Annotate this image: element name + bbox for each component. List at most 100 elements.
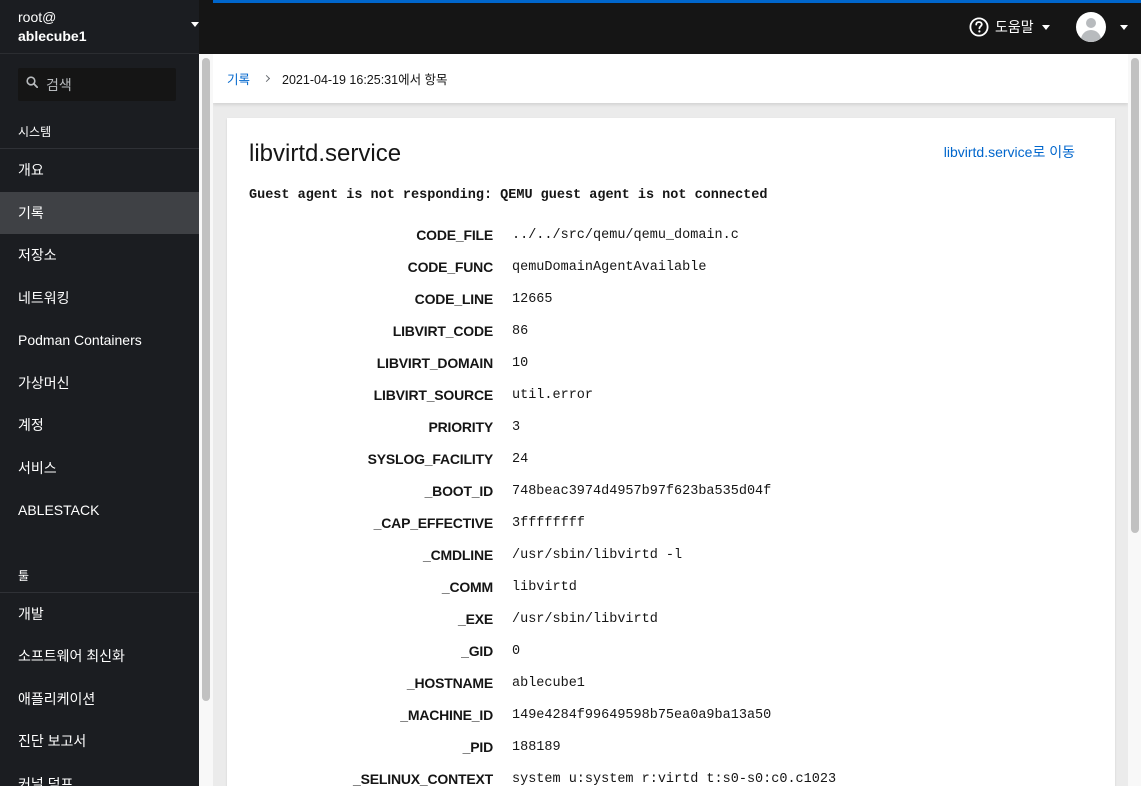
field-value: 748beac3974d4957b97f623ba535d04f — [512, 483, 772, 499]
field-key: _EXE — [458, 611, 493, 627]
field-row: _BOOT_ID 748beac3974d4957b97f623ba535d04f — [227, 475, 1115, 507]
field-value: 86 — [512, 323, 529, 339]
field-key: CODE_FILE — [416, 227, 493, 243]
entry-title: libvirtd.service — [249, 140, 402, 167]
sidebar-scrollbar[interactable] — [199, 54, 213, 786]
field-row: SYSLOG_FACILITY 24 — [227, 443, 1115, 475]
caret-down-icon — [191, 22, 199, 27]
field-key: _CMDLINE — [423, 547, 493, 563]
sidebar-item-applications[interactable]: 애플리케이션 — [0, 678, 199, 721]
field-row: LIBVIRT_DOMAIN 10 — [227, 347, 1115, 379]
main-content: 기록 2021-04-19 16:25:31에서 항목 libvirtd.ser… — [213, 54, 1128, 786]
field-value: 3ffffffff — [512, 515, 585, 531]
field-row: _PID 188189 — [227, 731, 1115, 763]
sidebar-item-overview[interactable]: 개요 — [0, 149, 199, 192]
goto-service-link[interactable]: libvirtd.service로 이동 — [944, 142, 1075, 162]
sidebar-item-kernel-dump[interactable]: 커널 덤프 — [0, 763, 199, 786]
field-value: ablecube1 — [512, 675, 585, 691]
field-key: LIBVIRT_DOMAIN — [376, 355, 493, 371]
host-switcher[interactable]: root@ ablecube1 — [0, 0, 199, 54]
sidebar-item-virtual-machines[interactable]: 가상머신 — [0, 362, 199, 405]
entry-fields-table: CODE_FILE ../../src/qemu/qemu_domain.c COD… — [227, 219, 1115, 786]
field-key: SYSLOG_FACILITY — [367, 451, 494, 467]
field-key: LIBVIRT_CODE — [392, 323, 493, 339]
field-row: LIBVIRT_SOURCE util.error — [227, 379, 1115, 411]
help-menu-button[interactable]: 도움말 — [969, 14, 1050, 40]
sidebar-item-development[interactable]: 개발 — [0, 593, 199, 636]
field-key: _MACHINE_ID — [400, 707, 493, 723]
field-row: LIBVIRT_CODE 86 — [227, 315, 1115, 347]
field-value: system u:system r:virtd t:s0-s0:c0.c1023 — [512, 771, 837, 786]
log-entry-card: libvirtd.service libvirtd.service로 이동 Gu… — [227, 118, 1115, 786]
sidebar-scrollbar-thumb[interactable] — [202, 58, 210, 701]
avatar-body-icon — [1081, 30, 1101, 42]
main-scrollbar[interactable] — [1128, 54, 1141, 786]
field-value: 149e4284f99649598b75ea0a9ba13a50 — [512, 707, 772, 723]
field-value: 0 — [512, 643, 521, 659]
topbar-accent-bar — [213, 0, 1141, 3]
main-scrollbar-thumb[interactable] — [1131, 58, 1139, 533]
avatar-head-icon — [1086, 18, 1096, 28]
sidebar-item-networking[interactable]: 네트워킹 — [0, 277, 199, 320]
sidebar-item-logs[interactable]: 기록 — [0, 191, 199, 234]
sidebar-item-podman[interactable]: Podman Containers — [0, 319, 199, 362]
field-key: _CAP_EFFECTIVE — [373, 515, 494, 531]
breadcrumb-current: 2021-04-19 16:25:31에서 항목 — [282, 73, 448, 87]
search-input[interactable] — [46, 68, 172, 101]
field-row: _COMM libvirtd — [227, 571, 1115, 603]
field-row: CODE_FILE ../../src/qemu/qemu_domain.c — [227, 219, 1115, 251]
field-row: _HOSTNAME ablecube1 — [227, 667, 1115, 699]
sidebar-item-ablestack[interactable]: ABLESTACK — [0, 489, 199, 532]
field-row: _SELINUX_CONTEXT system u:system r:virtd … — [227, 763, 1115, 786]
sidebar-item-diagnostic-reports[interactable]: 진단 보고서 — [0, 720, 199, 763]
field-row: _CMDLINE/usr/sbin/libvirtd -l — [227, 539, 1115, 571]
breadcrumb: 기록 2021-04-19 16:25:31에서 항목 — [213, 54, 1128, 103]
caret-down-icon — [1120, 24, 1128, 30]
field-value: util.error — [512, 387, 594, 403]
host-name: ablecube1 — [18, 28, 87, 44]
field-row: _GID 0 — [227, 635, 1115, 667]
field-row: _EXE/usr/sbin/libvirtd — [227, 603, 1115, 635]
field-key: PRIORITY — [428, 419, 493, 435]
field-value: 188189 — [512, 739, 561, 755]
field-key: _SELINUX_CONTEXT — [353, 771, 493, 786]
field-value: 12665 — [512, 291, 553, 307]
sidebar: root@ ablecube1 시스템 개요 기록 저장소 네트워킹 Podma… — [0, 0, 199, 786]
sidebar-item-services[interactable]: 서비스 — [0, 447, 199, 490]
field-key: CODE_FUNC — [407, 259, 494, 275]
sidebar-item-storage[interactable]: 저장소 — [0, 234, 199, 277]
topbar: 도움말 — [199, 0, 1141, 54]
field-row: CODE_LINE 12665 — [227, 283, 1115, 315]
help-icon — [969, 17, 989, 37]
field-key: _GID — [461, 643, 493, 659]
nav-section-title-tools: 툴 — [0, 555, 199, 593]
field-value: 24 — [512, 451, 529, 467]
field-value: 10 — [512, 355, 529, 371]
sidebar-item-accounts[interactable]: 계정 — [0, 404, 199, 447]
caret-down-icon — [1041, 24, 1050, 30]
field-key: _HOSTNAME — [406, 675, 493, 691]
user-menu-button[interactable] — [1076, 12, 1128, 42]
field-value: ../../src/qemu/qemu_domain.c — [512, 227, 739, 243]
field-row: _MACHINE_ID 149e4284f99649598b75ea0a9ba13… — [227, 699, 1115, 731]
nav-section-title-system: 시스템 — [0, 111, 199, 149]
field-key: CODE_LINE — [414, 291, 494, 307]
chevron-right-icon — [262, 74, 271, 83]
help-label: 도움말 — [995, 19, 1034, 35]
field-key: _BOOT_ID — [424, 483, 494, 499]
field-key: _COMM — [441, 579, 493, 595]
search-box — [18, 68, 176, 101]
entry-message: Guest agent is not responding: QEMU gues… — [249, 188, 768, 203]
field-row: _CAP_EFFECTIVE 3ffffffff — [227, 507, 1115, 539]
field-value: /usr/sbin/libvirtd — [512, 611, 658, 627]
field-key: _PID — [462, 739, 494, 755]
breadcrumb-link-logs[interactable]: 기록 — [227, 69, 250, 88]
field-row: PRIORITY 3 — [227, 411, 1115, 443]
host-user: root@ — [18, 9, 57, 25]
avatar — [1076, 12, 1106, 42]
field-value: 3 — [512, 419, 521, 435]
field-row: CODE_FUNC qemuDomainAgentAvailable — [227, 251, 1115, 283]
sidebar-item-software-updates[interactable]: 소프트웨어 최신화 — [0, 635, 199, 678]
field-key: LIBVIRT_SOURCE — [373, 387, 494, 403]
field-value: /usr/sbin/libvirtd -l — [512, 547, 683, 563]
